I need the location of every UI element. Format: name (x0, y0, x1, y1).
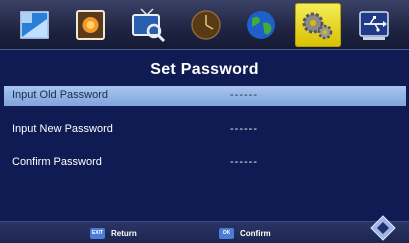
tab-picture[interactable] (11, 3, 57, 47)
ok-key-badge: OK (219, 227, 234, 239)
old-password-field[interactable]: ------ (230, 89, 258, 101)
tab-clock[interactable] (183, 3, 229, 47)
clock-icon (191, 10, 221, 40)
confirm-password-field[interactable]: ------ (230, 156, 258, 168)
confirm-password-row[interactable]: Confirm Password ------ (4, 153, 406, 173)
tab-settings[interactable] (295, 3, 341, 47)
exit-key-badge: EXIT (90, 227, 105, 239)
tab-photo[interactable] (67, 3, 113, 47)
return-label: Return (111, 228, 137, 238)
tv-search-icon (132, 8, 166, 43)
photo-icon (76, 10, 105, 40)
usb-icon (359, 11, 389, 40)
tab-globe[interactable] (238, 3, 284, 47)
page-title: Set Password (150, 61, 259, 78)
return-hint[interactable]: EXIT Return (90, 227, 137, 239)
new-password-row[interactable]: Input New Password ------ (4, 120, 406, 140)
picture-icon (20, 11, 49, 39)
tab-channel-search[interactable] (124, 3, 170, 47)
navigation-pad-icon (370, 215, 396, 241)
old-password-label: Input Old Password (12, 89, 108, 101)
confirm-label: Confirm (240, 228, 271, 238)
confirm-hint[interactable]: OK Confirm (219, 227, 271, 239)
menu-tab-bar (0, 0, 409, 50)
tab-usb[interactable] (351, 3, 397, 47)
globe-icon (247, 11, 275, 39)
new-password-label: Input New Password (12, 123, 113, 135)
settings-screen: Set Password Input Old Password ------ I… (0, 0, 409, 243)
confirm-password-label: Confirm Password (12, 156, 102, 168)
old-password-row[interactable]: Input Old Password ------ (4, 86, 406, 106)
new-password-field[interactable]: ------ (230, 123, 258, 135)
footer-hint-bar: EXIT Return OK Confirm (0, 221, 409, 243)
gears-icon (302, 12, 333, 40)
